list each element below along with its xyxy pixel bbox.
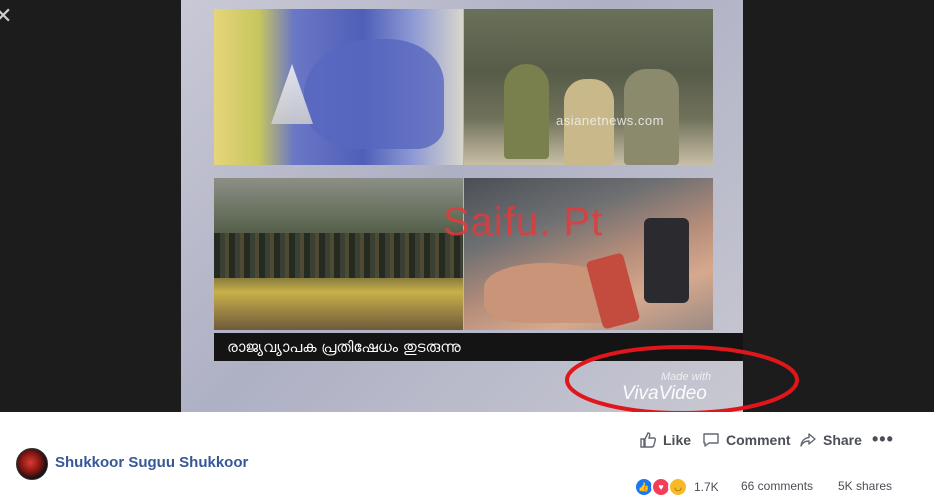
thumbs-up-icon [640,432,657,448]
comments-count-link[interactable]: 66 comments [741,479,813,493]
comment-icon [703,433,719,447]
reactions-summary[interactable]: 👍 ♥ ◡ 1.7K [634,477,719,497]
page-name-link[interactable]: Shukkoor Suguu Shukkoor [55,454,248,471]
comment-label: Comment [726,432,791,448]
news-clip-bottom-left [214,178,463,330]
overlay-watermark-text: Saifu. Pt [443,200,604,244]
video-source-watermark: asianetnews.com [556,113,664,128]
shares-count-link[interactable]: 5K shares [838,479,892,493]
news-clip-top-right: asianetnews.com [464,9,713,165]
more-options-icon[interactable]: ••• [872,429,894,450]
close-icon[interactable]: ✕ [0,6,12,28]
microphone-icon [644,218,689,303]
share-button[interactable]: Share [799,428,862,452]
comment-button[interactable]: Comment [702,428,791,452]
video-player[interactable]: ✕ asianetnews.com Saifu. Pt രാജ്യവ്യാപക … [0,0,934,412]
share-label: Share [823,432,862,448]
share-icon [800,433,816,447]
haha-reaction-icon: ◡ [668,477,688,497]
page-avatar[interactable] [16,448,48,480]
reaction-count: 1.7K [694,480,719,494]
news-clip-top-left [214,9,463,165]
like-button[interactable]: Like [639,428,691,452]
highlight-circle [565,345,799,412]
like-label: Like [663,432,692,448]
video-caption: രാജ്യവ്യാപക പ്രതിഷേധം തുടരുന്നു [227,338,461,356]
